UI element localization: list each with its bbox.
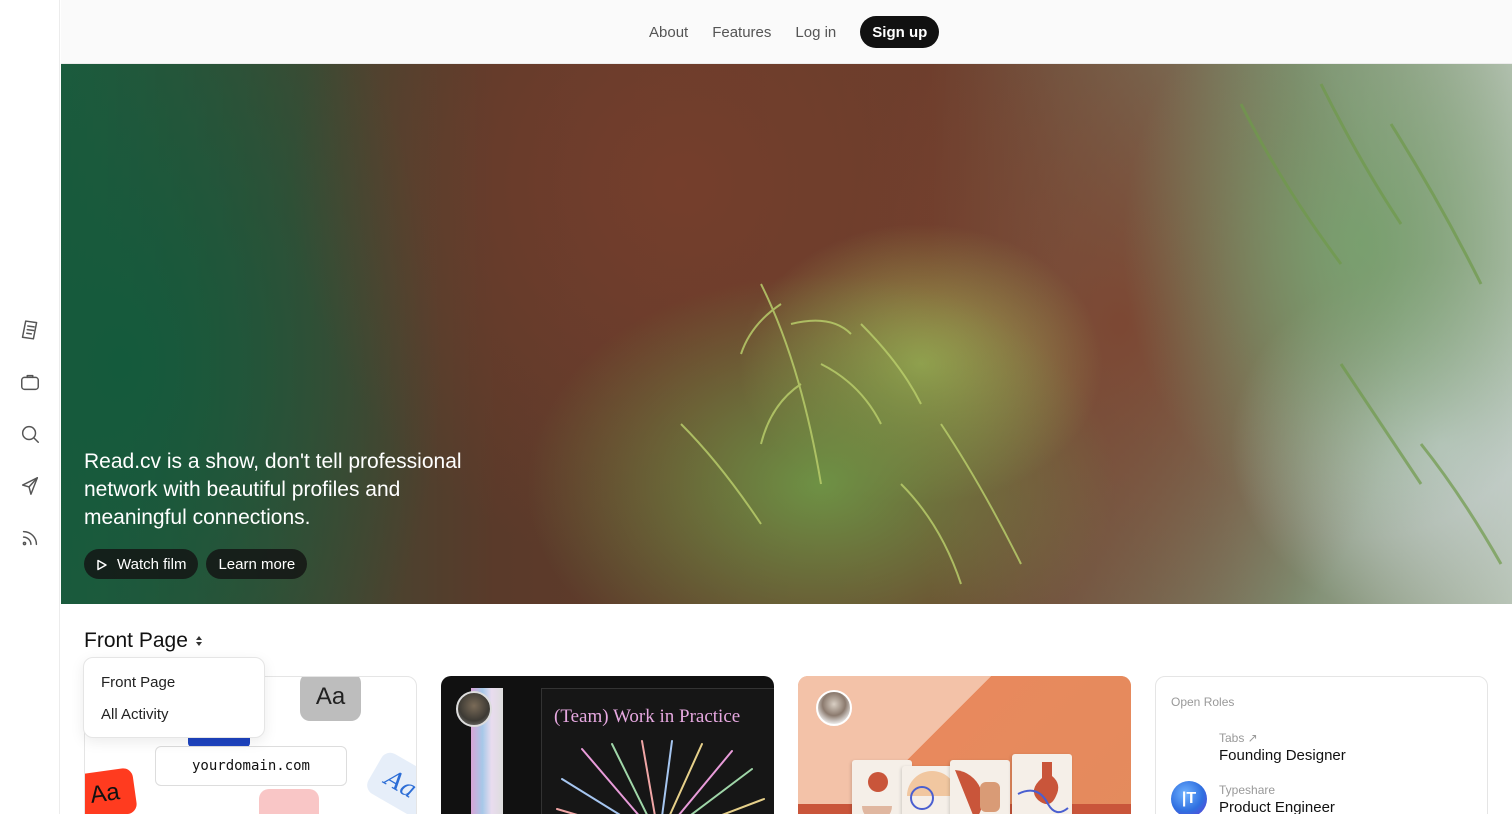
open-roles-title: Open Roles [1171,695,1235,709]
feed-selector[interactable]: Front Page [84,629,204,653]
role-item[interactable]: Tabs ↗ Founding Designer [1171,729,1346,765]
domain-field: yourdomain.com [155,746,347,786]
print-card [950,760,1010,814]
print-card [1012,754,1072,814]
search-icon[interactable] [18,422,42,446]
cards-photo-card[interactable] [798,676,1131,814]
role-company: Typeshare [1219,782,1276,797]
role-title: Product Engineer [1219,798,1335,814]
company-logo: |T [1171,781,1207,814]
role-company: Tabs ↗ [1219,730,1258,745]
nav-links: About Features Log in Sign up [649,16,940,48]
watch-film-label: Watch film [117,555,187,573]
open-roles-card[interactable]: Open Roles Tabs ↗ Founding Designer |T T… [1155,676,1488,814]
document-icon[interactable] [18,318,42,342]
feed-title: Front Page [84,629,188,652]
hero-buttons: Watch film Learn more [84,549,308,579]
watch-film-button[interactable]: Watch film [84,549,199,579]
briefcase-icon[interactable] [18,370,42,394]
top-nav: About Features Log in Sign up [61,0,1512,64]
sort-chevron-icon [195,635,204,647]
nav-about-link[interactable]: About [649,24,688,41]
nav-features-link[interactable]: Features [712,24,771,41]
font-tile-red: Aa [85,767,138,814]
font-tile-pink [259,789,319,814]
learn-more-button[interactable]: Learn more [206,549,308,579]
hero-banner: Read.cv is a show, don't tell profession… [61,64,1512,604]
poster: (Team) Work in Practice [541,688,774,814]
avatar [816,690,852,726]
signup-button[interactable]: Sign up [860,16,940,48]
hero-tagline: Read.cv is a show, don't tell profession… [84,450,462,529]
rss-icon[interactable] [18,526,42,550]
avatar [456,691,492,727]
book-card[interactable]: (Team) Work in Practice [441,676,774,814]
font-tile-gray: Aa [300,677,361,721]
sidebar [0,0,60,814]
dropdown-item-front-page[interactable]: Front Page [101,674,175,691]
nav-login-link[interactable]: Log in [795,24,836,41]
feed-dropdown-menu: Front Page All Activity [83,657,265,738]
company-logo [1171,729,1207,765]
dropdown-item-all-activity[interactable]: All Activity [101,706,169,723]
starburst-graphic [556,740,765,814]
role-item[interactable]: |T Typeshare Product Engineer [1171,781,1335,814]
send-icon[interactable] [18,474,42,498]
font-tile-blue: Aa [363,749,416,814]
play-icon [96,558,108,571]
role-title: Founding Designer [1219,746,1346,764]
